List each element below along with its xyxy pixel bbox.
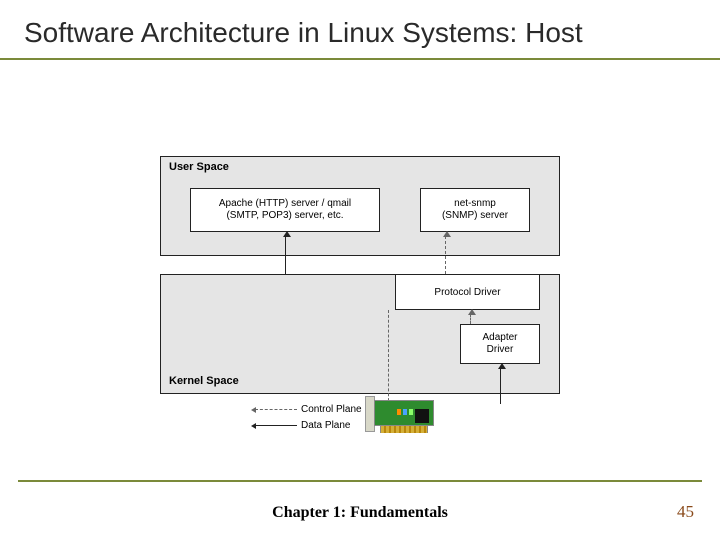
- protocol-driver-box: Protocol Driver: [395, 274, 540, 310]
- legend-control-row: Control Plane: [255, 401, 362, 417]
- legend-control-label: Control Plane: [301, 404, 362, 415]
- legend-data-line-icon: [255, 425, 297, 426]
- adapter-line2: Driver: [461, 344, 539, 356]
- apache-box: Apache (HTTP) server / qmail (SMTP, POP3…: [190, 188, 380, 232]
- control-arrow-proto: [470, 314, 471, 324]
- adapter-line1: Adapter: [461, 332, 539, 344]
- footer-chapter: Chapter 1: Fundamentals: [0, 504, 720, 522]
- kernel-space-label: Kernel Space: [169, 375, 239, 387]
- footer-page-number: 45: [677, 502, 694, 522]
- nic-card-icon: [360, 396, 450, 436]
- page-title: Software Architecture in Linux Systems: …: [24, 16, 702, 50]
- footer-rule: [18, 480, 702, 482]
- control-arrow-snmp: [445, 236, 446, 274]
- data-arrow-apache: [285, 236, 286, 274]
- snmp-line2: (SNMP) server: [421, 210, 529, 223]
- control-line-kernel: [388, 310, 389, 406]
- legend-data-label: Data Plane: [301, 420, 350, 431]
- legend-data-row: Data Plane: [255, 417, 362, 433]
- legend: Control Plane Data Plane: [255, 401, 362, 433]
- adapter-driver-box: Adapter Driver: [460, 324, 540, 364]
- user-space-label: User Space: [169, 161, 229, 173]
- architecture-diagram: User Space Apache (HTTP) server / qmail …: [160, 156, 580, 426]
- snmp-box: net-snmp (SNMP) server: [420, 188, 530, 232]
- protocol-driver-label: Protocol Driver: [434, 287, 500, 298]
- title-block: Software Architecture in Linux Systems: …: [0, 6, 720, 60]
- snmp-line1: net-snmp: [421, 198, 529, 211]
- legend-control-line-icon: [255, 409, 297, 410]
- apache-line2: (SMTP, POP3) server, etc.: [191, 210, 379, 223]
- apache-line1: Apache (HTTP) server / qmail: [191, 198, 379, 211]
- data-arrow-adapter: [500, 368, 501, 404]
